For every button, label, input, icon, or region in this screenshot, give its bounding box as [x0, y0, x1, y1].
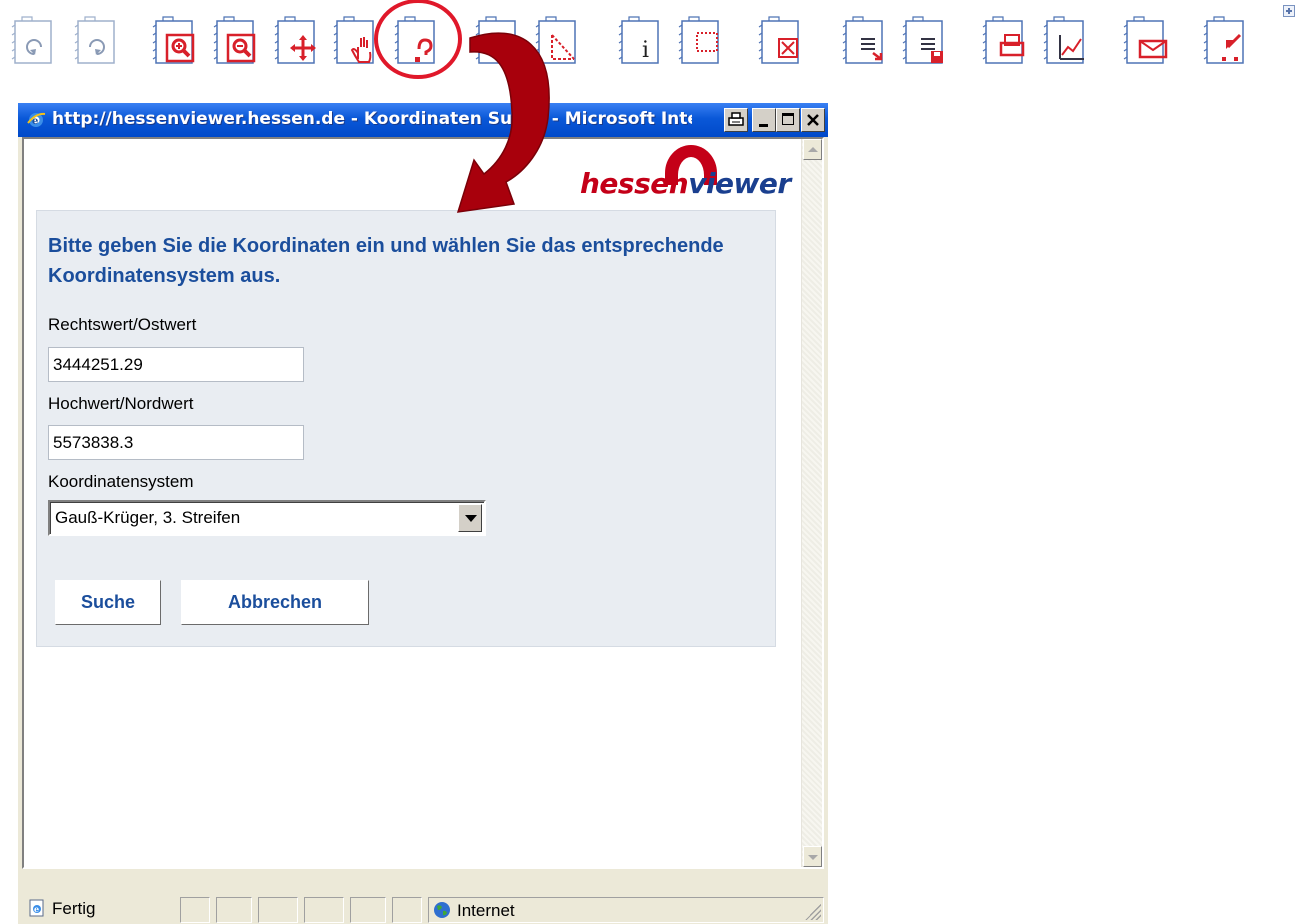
- back-button[interactable]: [11, 13, 54, 69]
- print-icon: [982, 16, 1025, 64]
- back-arrow-icon: [11, 16, 52, 64]
- measure-button[interactable]: [535, 13, 578, 69]
- zoom-out-button[interactable]: [213, 13, 256, 69]
- page-icon: e: [29, 899, 44, 917]
- crs-label: Koordinatensystem: [48, 472, 194, 491]
- chevron-up-icon: [808, 147, 818, 152]
- hand-button[interactable]: [333, 13, 376, 69]
- svg-text:e: e: [34, 904, 39, 914]
- coordinate-search-icon: [394, 16, 435, 64]
- vertical-scrollbar[interactable]: [801, 139, 822, 867]
- full-extent-icon: [475, 16, 518, 64]
- dropdown-button[interactable]: [458, 504, 482, 532]
- ie-icon: e: [27, 112, 46, 127]
- svg-text:e: e: [32, 116, 38, 127]
- resize-grip[interactable]: [805, 904, 821, 920]
- status-cell: [304, 897, 344, 923]
- pan-arrows-icon: [274, 16, 316, 64]
- export-button[interactable]: [1203, 13, 1246, 69]
- legend-button[interactable]: [842, 13, 885, 69]
- print-button[interactable]: [982, 13, 1025, 69]
- close-button[interactable]: [801, 108, 825, 132]
- close-icon: [807, 114, 819, 126]
- logo-text-part1: hessen: [580, 167, 689, 200]
- crs-select[interactable]: Gauß-Krüger, 3. Streifen: [48, 500, 486, 536]
- save-icon: [902, 16, 943, 64]
- export-icon: [1203, 16, 1244, 64]
- coordinate-search-window: e http://hessenviewer.hessen.de - Koordi…: [18, 103, 828, 924]
- forward-button[interactable]: [74, 13, 117, 69]
- maximize-button[interactable]: [776, 108, 800, 132]
- north-label: Hochwert/Nordwert: [48, 394, 194, 413]
- profile-chart-icon: [1043, 16, 1084, 64]
- zoom-in-button[interactable]: [152, 13, 195, 69]
- minimize-button[interactable]: [752, 108, 776, 132]
- mail-icon: [1123, 16, 1168, 64]
- form-intro: Bitte geben Sie die Koordinaten ein und …: [48, 235, 724, 287]
- select-area-icon: [678, 16, 719, 64]
- hand-icon: [333, 16, 374, 64]
- status-text: Fertig: [52, 899, 96, 918]
- info-icon: i: [618, 16, 659, 64]
- mail-button[interactable]: [1123, 13, 1168, 69]
- east-label: Rechtswert/Ostwert: [48, 315, 197, 334]
- save-button[interactable]: [902, 13, 945, 69]
- svg-text:i: i: [642, 38, 649, 63]
- minimize-icon: [759, 124, 768, 127]
- map-toolbar: i: [0, 0, 1302, 82]
- status-bar: e Fertig Internet: [22, 895, 824, 924]
- print-window-button[interactable]: [724, 108, 748, 132]
- window-title: http://hessenviewer.hessen.de - Koordina…: [52, 109, 692, 129]
- clear-selection-button[interactable]: [758, 13, 801, 69]
- plus-icon[interactable]: [1283, 5, 1295, 17]
- printer-icon: [728, 112, 744, 126]
- hessenviewer-logo: hessenviewer: [580, 143, 791, 203]
- coordinate-search-button[interactable]: [394, 13, 437, 69]
- window-content: hessenviewer Bitte geben Sie die Koordin…: [22, 137, 824, 869]
- legend-icon: [842, 16, 883, 64]
- maximize-icon: [782, 113, 794, 125]
- select-area-button[interactable]: [678, 13, 721, 69]
- globe-icon: [434, 902, 450, 918]
- info-button[interactable]: i: [618, 13, 661, 69]
- search-button[interactable]: Suche: [55, 580, 161, 625]
- zone-text: Internet: [457, 901, 515, 920]
- north-input[interactable]: 5573838.3: [48, 425, 304, 460]
- window-titlebar[interactable]: e http://hessenviewer.hessen.de - Koordi…: [18, 103, 828, 137]
- status-cell: [350, 897, 386, 923]
- east-input[interactable]: 3444251.29: [48, 347, 304, 382]
- zoom-in-icon: [152, 16, 195, 64]
- crs-selected-value: Gauß-Krüger, 3. Streifen: [55, 508, 241, 527]
- search-form: Bitte geben Sie die Koordinaten ein und …: [36, 210, 776, 647]
- logo-text: hessenviewer: [580, 167, 791, 200]
- status-cell: [180, 897, 210, 923]
- scroll-up-button[interactable]: [803, 139, 822, 160]
- logo-text-part2: viewer: [688, 167, 791, 200]
- full-extent-button[interactable]: [475, 13, 518, 69]
- status-cell: [392, 897, 422, 923]
- cancel-button[interactable]: Abbrechen: [181, 580, 369, 625]
- chevron-down-icon: [808, 855, 818, 860]
- status-cell: [216, 897, 252, 923]
- zone-cell: Internet: [428, 897, 824, 923]
- zoom-out-icon: [213, 16, 256, 64]
- pan-button[interactable]: [274, 13, 317, 69]
- profile-button[interactable]: [1043, 13, 1086, 69]
- chevron-down-icon: [465, 515, 477, 522]
- forward-arrow-icon: [74, 16, 115, 64]
- status-cell: [258, 897, 298, 923]
- scroll-down-button[interactable]: [803, 846, 822, 867]
- clear-selection-icon: [758, 16, 799, 64]
- measure-icon: [535, 16, 576, 64]
